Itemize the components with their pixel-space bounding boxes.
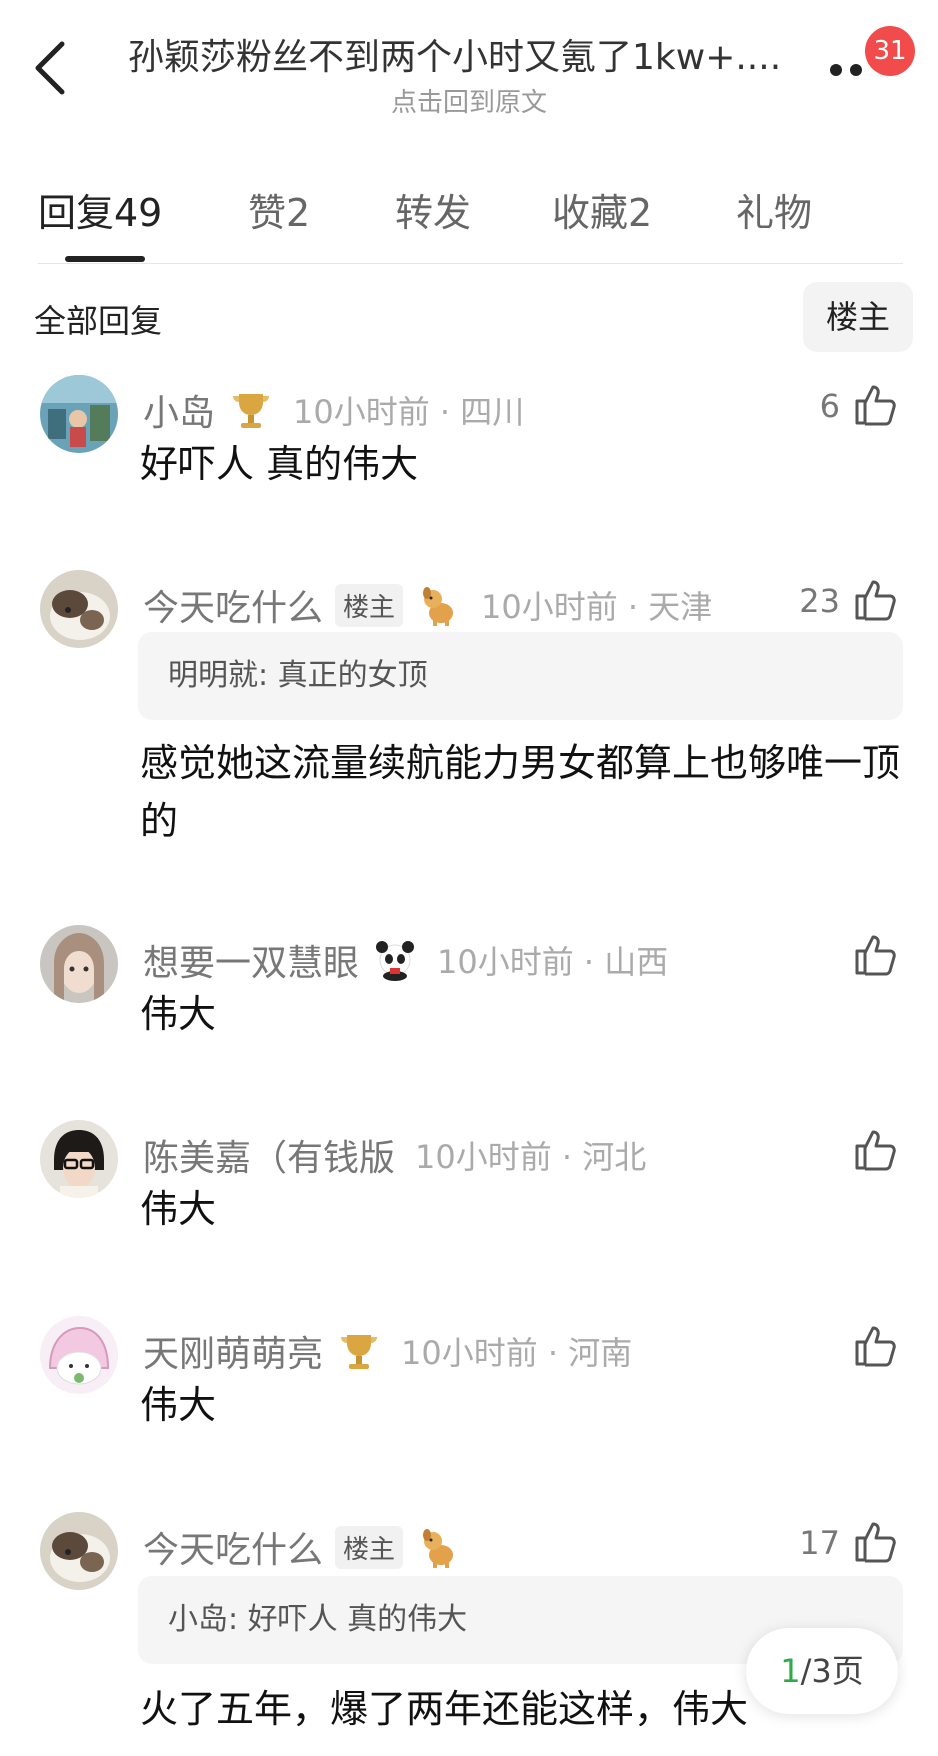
username[interactable]: 今天吃什么 — [143, 1521, 323, 1573]
owner-only-button[interactable]: 楼主 — [803, 282, 913, 352]
avatar[interactable] — [40, 1512, 118, 1590]
tab-bar: 回复49 赞2 转发 收藏2 礼物 — [0, 170, 938, 265]
panda-icon — [373, 938, 417, 982]
owner-badge: 楼主 — [335, 1525, 404, 1569]
thumbs-up-icon — [855, 1326, 896, 1367]
comment-text: 伟大 — [140, 1187, 217, 1231]
current-page: 1 — [780, 1652, 801, 1690]
comment-text: 伟大 — [140, 992, 217, 1036]
comment-item: 今天吃什么 楼主 10小时前 · 天津 23 明明就: 真正的女顶 感觉她这流量… — [0, 570, 938, 870]
comment-meta: 今天吃什么 楼主 — [143, 1522, 481, 1572]
username[interactable]: 天刚萌萌亮 — [143, 1325, 323, 1377]
username[interactable]: 今天吃什么 — [143, 579, 323, 631]
avatar[interactable] — [40, 1316, 118, 1394]
dog-icon — [417, 1525, 461, 1569]
comment-meta: 小岛 10小时前 · 四川 — [143, 385, 524, 435]
comment-meta: 想要一双慧眼 10小时前 · 山西 — [143, 935, 668, 985]
comment-item: 陈美嘉（有钱版 10小时前 · 河北 伟大 — [0, 1120, 938, 1270]
comment-meta: 天刚萌萌亮 10小时前 · 河南 — [143, 1326, 632, 1376]
comment-text: 伟大 — [140, 1383, 217, 1427]
like-count: 23 — [799, 582, 840, 620]
notification-badge[interactable]: 31 — [865, 26, 915, 76]
active-tab-indicator — [65, 256, 145, 262]
tab-favorites[interactable]: 收藏2 — [552, 182, 652, 237]
tab-replies[interactable]: 回复49 — [38, 182, 162, 237]
avatar[interactable] — [40, 925, 118, 1003]
thumbs-up-icon — [855, 1130, 896, 1171]
total-pages: /3页 — [800, 1652, 864, 1690]
thumbs-up-icon — [855, 385, 896, 426]
like-button[interactable] — [853, 381, 899, 427]
more-dot-icon — [830, 64, 842, 76]
timestamp-location: 10小时前 · 四川 — [293, 393, 525, 431]
username[interactable]: 小岛 — [143, 384, 215, 436]
like-button[interactable] — [853, 1322, 899, 1368]
owner-badge: 楼主 — [335, 583, 404, 627]
page-indicator-button[interactable]: 1/3页 — [746, 1628, 898, 1714]
divider — [38, 263, 903, 264]
thumbs-up-icon — [855, 580, 896, 621]
avatar[interactable] — [40, 1120, 118, 1198]
timestamp-location: 10小时前 · 山西 — [437, 943, 669, 981]
quoted-reply[interactable]: 明明就: 真正的女顶 — [138, 632, 903, 720]
tab-gifts[interactable]: 礼物 — [736, 182, 812, 237]
comment-text: 感觉她这流量续航能力男女都算上也够唯一顶的 — [140, 741, 901, 843]
like-count: 6 — [819, 387, 840, 425]
like-count: 17 — [799, 1524, 840, 1562]
tab-likes[interactable]: 赞2 — [248, 182, 310, 237]
timestamp-location: 10小时前 · 河南 — [401, 1334, 633, 1372]
thumbs-up-icon — [855, 1522, 896, 1563]
timestamp-location: 10小时前 · 河北 — [415, 1138, 647, 1176]
comment-meta: 陈美嘉（有钱版 10小时前 · 河北 — [143, 1130, 646, 1180]
like-button[interactable] — [853, 1126, 899, 1172]
like-button[interactable] — [853, 931, 899, 977]
back-to-original-link[interactable]: 点击回到原文 — [0, 82, 938, 119]
tab-reposts[interactable]: 转发 — [395, 182, 471, 237]
more-options-button[interactable] — [830, 58, 870, 78]
post-title[interactable]: 孙颖莎粉丝不到两个小时又氪了1kw+.... — [128, 28, 828, 80]
gold-trophy-icon — [229, 388, 273, 432]
username[interactable]: 想要一双慧眼 — [143, 934, 359, 986]
like-button[interactable] — [853, 1518, 899, 1564]
like-button[interactable] — [853, 576, 899, 622]
comment-item: 天刚萌萌亮 10小时前 · 河南 伟大 — [0, 1316, 938, 1466]
more-dot-icon — [850, 64, 862, 76]
username[interactable]: 陈美嘉（有钱版 — [143, 1129, 395, 1181]
thumbs-up-icon — [855, 935, 896, 976]
comment-item: 想要一双慧眼 10小时前 · 山西 伟大 — [0, 925, 938, 1075]
top-bar: 孙颖莎粉丝不到两个小时又氪了1kw+.... 点击回到原文 31 — [0, 0, 938, 130]
comment-item: 小岛 10小时前 · 四川 6 好吓人 真的伟大 — [0, 375, 938, 525]
all-replies-label: 全部回复 — [34, 302, 163, 340]
gold-trophy-icon — [337, 1329, 381, 1373]
timestamp-location: 10小时前 · 天津 — [481, 588, 713, 626]
dog-icon — [417, 583, 461, 627]
avatar[interactable] — [40, 375, 118, 453]
comment-text: 好吓人 真的伟大 — [140, 442, 419, 486]
avatar[interactable] — [40, 570, 118, 648]
comment-meta: 今天吃什么 楼主 10小时前 · 天津 — [143, 580, 712, 630]
